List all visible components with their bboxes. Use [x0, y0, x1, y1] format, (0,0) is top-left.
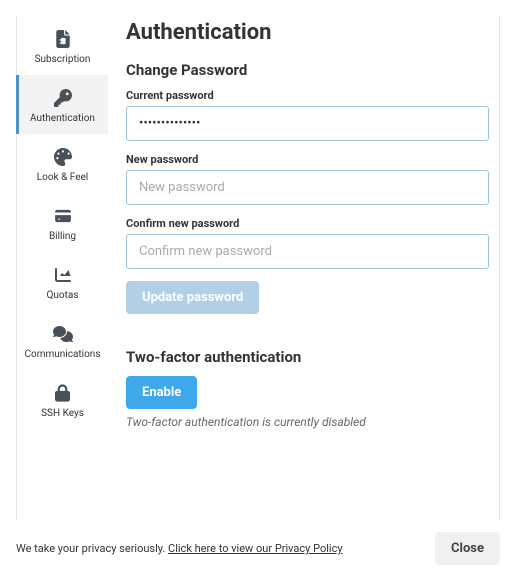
sidebar-item-billing[interactable]: Billing: [17, 193, 108, 252]
credit-card-icon: [52, 205, 74, 227]
update-password-button[interactable]: Update password: [126, 281, 259, 314]
sidebar-item-label: Subscription: [35, 54, 91, 65]
key-icon: [52, 87, 74, 109]
comments-icon: [52, 323, 74, 345]
sidebar-item-label: Quotas: [47, 290, 79, 301]
new-password-label: New password: [126, 153, 489, 166]
sidebar-item-label: Authentication: [30, 113, 95, 124]
chart-area-icon: [52, 264, 74, 286]
sidebar: Subscription Authentication Look & Feel …: [16, 16, 108, 520]
new-password-group: New password: [126, 153, 489, 205]
current-password-label: Current password: [126, 89, 489, 102]
footer: We take your privacy seriously. Click he…: [0, 520, 516, 579]
sidebar-item-label: SSH Keys: [41, 408, 84, 419]
content: Authentication Change Password Current p…: [108, 16, 500, 520]
page-title: Authentication: [126, 20, 489, 45]
current-password-input[interactable]: [126, 106, 489, 141]
sidebar-item-communications[interactable]: Communications: [17, 311, 108, 370]
privacy-link[interactable]: Click here to view our Privacy Policy: [168, 542, 343, 555]
invoice-icon: [52, 28, 74, 50]
sidebar-item-authentication[interactable]: Authentication: [17, 75, 108, 134]
close-button[interactable]: Close: [435, 532, 500, 565]
new-password-input[interactable]: [126, 170, 489, 205]
current-password-group: Current password: [126, 89, 489, 141]
sidebar-item-label: Communications: [25, 349, 101, 360]
privacy-text: We take your privacy seriously. Click he…: [16, 542, 343, 555]
privacy-prefix: We take your privacy seriously.: [16, 542, 168, 555]
confirm-password-input[interactable]: [126, 234, 489, 269]
lock-icon: [52, 382, 74, 404]
sidebar-item-label: Look & Feel: [37, 172, 89, 183]
sidebar-item-ssh-keys[interactable]: SSH Keys: [17, 370, 108, 429]
sidebar-item-quotas[interactable]: Quotas: [17, 252, 108, 311]
twofa-heading: Two-factor authentication: [126, 348, 489, 366]
twofa-status: Two-factor authentication is currently d…: [126, 415, 489, 429]
palette-icon: [52, 146, 74, 168]
confirm-password-label: Confirm new password: [126, 217, 489, 230]
confirm-password-group: Confirm new password: [126, 217, 489, 269]
sidebar-item-subscription[interactable]: Subscription: [17, 16, 108, 75]
change-password-heading: Change Password: [126, 61, 489, 79]
enable-twofa-button[interactable]: Enable: [126, 376, 197, 409]
sidebar-item-look-feel[interactable]: Look & Feel: [17, 134, 108, 193]
sidebar-item-label: Billing: [49, 231, 76, 242]
